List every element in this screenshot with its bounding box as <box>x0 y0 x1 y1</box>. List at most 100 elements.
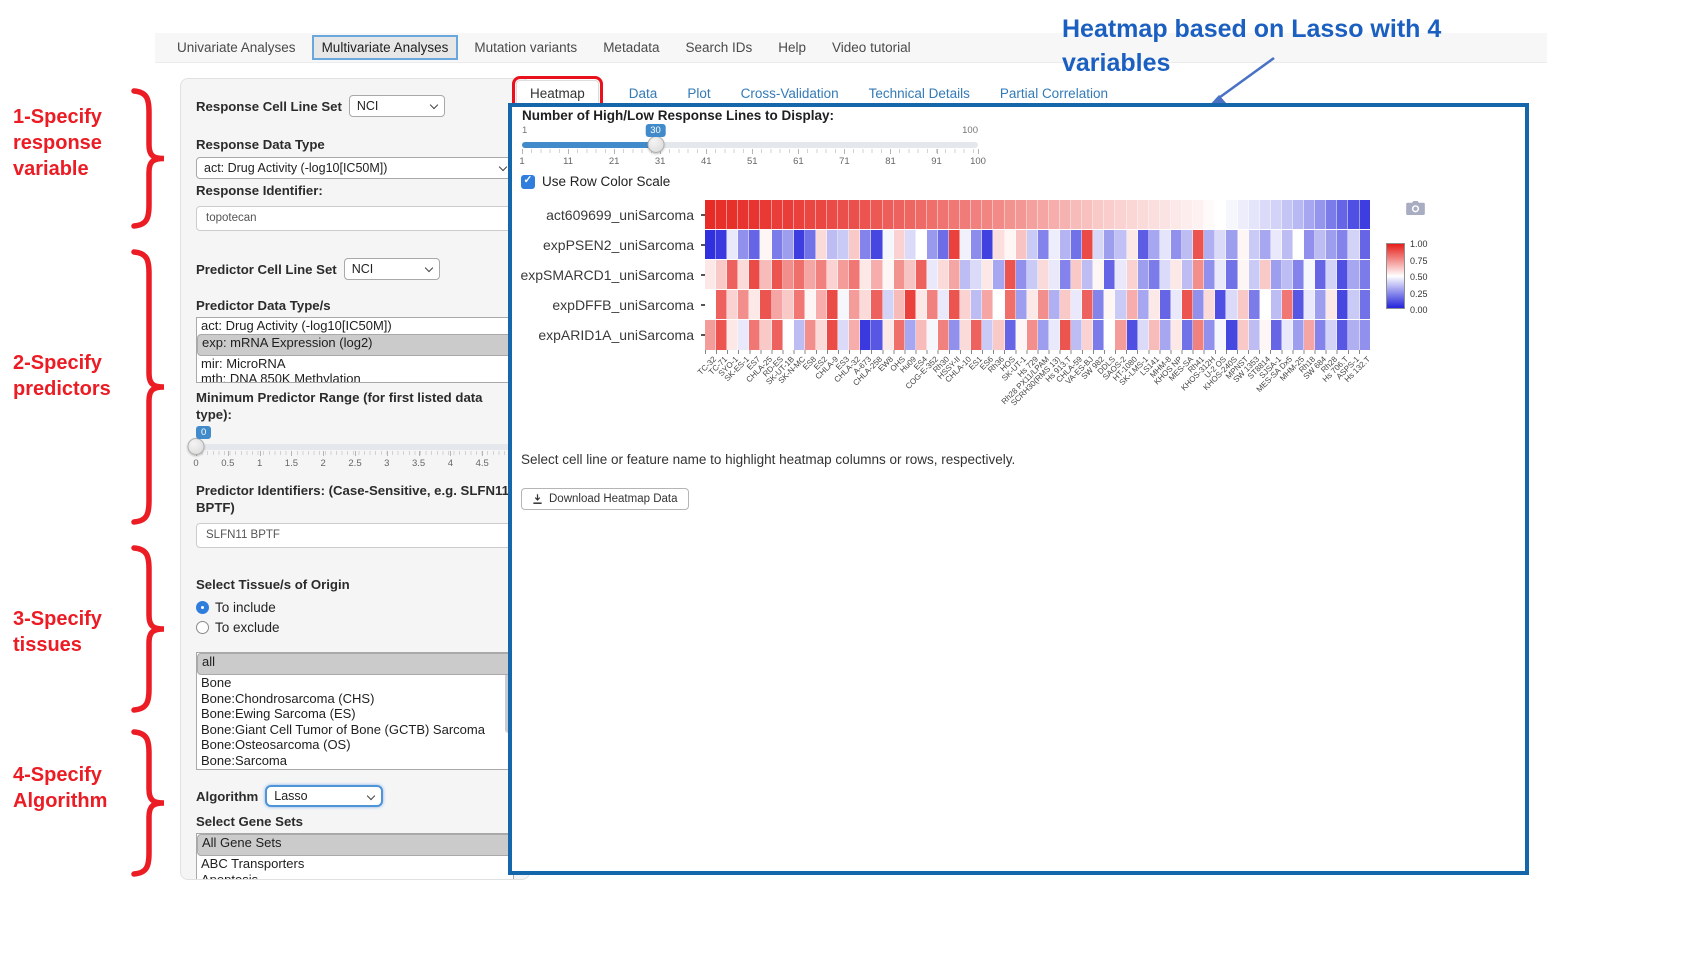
heatmap-cell[interactable] <box>860 230 871 259</box>
heatmap-cell[interactable] <box>894 200 905 229</box>
heatmap-cell[interactable] <box>927 260 938 289</box>
heatmap-cell[interactable] <box>1082 320 1093 350</box>
heatmap-cell[interactable] <box>738 260 749 289</box>
option-act-drug-activity-log10-ic50m[interactable]: act: Drug Activity (-log10[IC50M]) <box>197 318 513 334</box>
heatmap-cell[interactable] <box>760 260 771 289</box>
heatmap-cell[interactable] <box>1348 200 1359 229</box>
heatmap-cell[interactable] <box>871 200 882 229</box>
heatmap-cell[interactable] <box>1160 230 1171 259</box>
heatmap-cell[interactable] <box>794 290 805 319</box>
heatmap-cell[interactable] <box>1115 320 1126 350</box>
heatmap-cell[interactable] <box>1160 200 1171 229</box>
heatmap-cell[interactable] <box>816 200 827 229</box>
option-all-gene-sets[interactable]: All Gene Sets <box>197 834 513 856</box>
heatmap-cell[interactable] <box>1204 320 1215 350</box>
tab-technical-details[interactable]: Technical Details <box>869 86 970 101</box>
heatmap-cell[interactable] <box>1082 260 1093 289</box>
heatmap-cell[interactable] <box>749 320 760 350</box>
heatmap-cell[interactable] <box>772 200 783 229</box>
heatmap-cell[interactable] <box>727 290 738 319</box>
heatmap-cell[interactable] <box>1071 200 1082 229</box>
predictor-cell-line-set-select[interactable]: NCI <box>344 258 440 280</box>
heatmap-cell[interactable] <box>1171 200 1182 229</box>
heatmap-cell[interactable] <box>1360 290 1370 319</box>
heatmap-cell[interactable] <box>1115 200 1126 229</box>
heatmap-cell[interactable] <box>1226 320 1237 350</box>
to-include-radio[interactable] <box>196 601 209 614</box>
heatmap-cell[interactable] <box>1027 230 1038 259</box>
heatmap-cell[interactable] <box>1326 290 1337 319</box>
heatmap-cell[interactable] <box>1326 260 1337 289</box>
heatmap-cell[interactable] <box>1282 320 1293 350</box>
heatmap-cell[interactable] <box>1282 290 1293 319</box>
heatmap-cell[interactable] <box>772 230 783 259</box>
heatmap-cell[interactable] <box>1238 320 1249 350</box>
heatmap-cell[interactable] <box>1215 320 1226 350</box>
heatmap-cell[interactable] <box>949 320 960 350</box>
heatmap-cell[interactable] <box>860 290 871 319</box>
heatmap-cell[interactable] <box>805 200 816 229</box>
heatmap-cell[interactable] <box>794 320 805 350</box>
heatmap-cell[interactable] <box>1082 200 1093 229</box>
slider-handle[interactable] <box>647 136 664 153</box>
option-peripheral-nervous-system[interactable]: Peripheral_Nervous_System <box>197 769 513 770</box>
heatmap-cell[interactable] <box>1005 200 1016 229</box>
tab-partial-correlation[interactable]: Partial Correlation <box>1000 86 1108 101</box>
heatmap-cell[interactable] <box>1293 230 1304 259</box>
heatmap-cell[interactable] <box>960 260 971 289</box>
option-bone-ewing-sarcoma-es[interactable]: Bone:Ewing Sarcoma (ES) <box>197 706 513 722</box>
heatmap-cell[interactable] <box>1049 200 1060 229</box>
heatmap-cell[interactable] <box>894 230 905 259</box>
nav-tab-video-tutorial[interactable]: Video tutorial <box>822 35 921 60</box>
heatmap-cell[interactable] <box>827 260 838 289</box>
heatmap-cell[interactable] <box>738 230 749 259</box>
heatmap-cell[interactable] <box>905 230 916 259</box>
heatmap-cell[interactable] <box>705 320 716 350</box>
heatmap-cell[interactable] <box>1049 260 1060 289</box>
heatmap-cell[interactable] <box>1115 290 1126 319</box>
heatmap-cell[interactable] <box>760 290 771 319</box>
heatmap-cell[interactable] <box>960 230 971 259</box>
heatmap-cell[interactable] <box>883 230 894 259</box>
heatmap-cell[interactable] <box>1271 290 1282 319</box>
heatmap-cell[interactable] <box>838 230 849 259</box>
heatmap-cell[interactable] <box>1238 230 1249 259</box>
heatmap-cell[interactable] <box>1093 320 1104 350</box>
heatmap-cell[interactable] <box>1182 260 1193 289</box>
heatmap-cell[interactable] <box>1282 200 1293 229</box>
heatmap-cell[interactable] <box>916 290 927 319</box>
heatmap-cell[interactable] <box>883 320 894 350</box>
heatmap-cell[interactable] <box>1138 230 1149 259</box>
heatmap-cell[interactable] <box>1249 260 1260 289</box>
heatmap-cell[interactable] <box>816 260 827 289</box>
heatmap-cell[interactable] <box>1016 230 1027 259</box>
heatmap-cell[interactable] <box>783 290 794 319</box>
heatmap-cell[interactable] <box>927 200 938 229</box>
heatmap-cell[interactable] <box>1038 200 1049 229</box>
heatmap-cell[interactable] <box>871 320 882 350</box>
heatmap-cell[interactable] <box>883 290 894 319</box>
heatmap-cell[interactable] <box>1160 260 1171 289</box>
option-apoptosis[interactable]: Apoptosis <box>197 872 513 880</box>
heatmap-cell[interactable] <box>949 230 960 259</box>
heatmap-cell[interactable] <box>1027 320 1038 350</box>
heatmap-cell[interactable] <box>949 290 960 319</box>
heatmap-cell[interactable] <box>927 230 938 259</box>
heatmap-cell[interactable] <box>1038 290 1049 319</box>
heatmap-cell[interactable] <box>1049 290 1060 319</box>
heatmap-cell[interactable] <box>1360 260 1370 289</box>
heatmap-cell[interactable] <box>1127 320 1138 350</box>
heatmap-cell[interactable] <box>1315 230 1326 259</box>
heatmap-cell[interactable] <box>1127 290 1138 319</box>
option-abc-transporters[interactable]: ABC Transporters <box>197 856 513 872</box>
heatmap-cell[interactable] <box>1326 230 1337 259</box>
heatmap-cell[interactable] <box>1182 320 1193 350</box>
heatmap-cell[interactable] <box>772 320 783 350</box>
heatmap-cell[interactable] <box>1215 260 1226 289</box>
heatmap-cell[interactable] <box>1171 260 1182 289</box>
heatmap-cell[interactable] <box>1304 200 1315 229</box>
heatmap-cell[interactable] <box>1215 230 1226 259</box>
camera-icon[interactable] <box>1406 201 1425 215</box>
heatmap-cell[interactable] <box>971 290 982 319</box>
heatmap-cell[interactable] <box>1238 200 1249 229</box>
